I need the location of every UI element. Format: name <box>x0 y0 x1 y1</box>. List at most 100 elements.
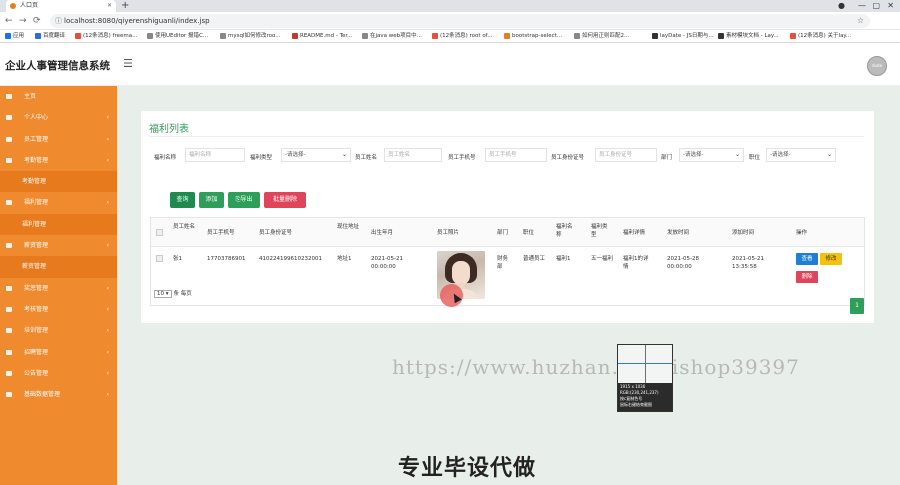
bookmark-item[interactable]: 素材模块文档 - Lay... <box>718 30 779 42</box>
welfare-name-input[interactable]: 福利名称 <box>185 148 245 162</box>
bookmark-item[interactable]: README.md - Ter... <box>292 30 352 42</box>
bookmark-item[interactable]: (12条消息) 关于lay... <box>790 30 851 42</box>
emp-name-input[interactable]: 员工姓名 <box>384 148 442 162</box>
cell-address: 地址1 <box>337 256 352 262</box>
sidebar-item[interactable]: 薪资管理 <box>0 256 117 278</box>
minimize-icon[interactable]: — <box>858 0 866 12</box>
welfare-name-label: 福利名称 <box>154 155 177 161</box>
cell-birth: 2021-05-21 00:00:00 <box>371 256 403 270</box>
url-input[interactable]: ⓘ localhost:8080/qiyerenshiguanli/index.… <box>50 14 870 28</box>
sidebar-item[interactable]: 考核管理 ‹ <box>0 299 117 320</box>
export-label: 导出 <box>240 196 253 203</box>
page-size-value: 10 <box>157 291 164 297</box>
menu-icon <box>6 306 12 312</box>
add-button[interactable]: 添加 <box>199 192 224 208</box>
sidebar-item-label: 考勤管理 <box>24 156 49 164</box>
color-picker-info: 1915 x 1036 RGB:(230,241,237) 按c复制色号 鼠标右… <box>618 383 672 411</box>
browser-tab-strip: 人口页 ✕ + ● — ▢ ✕ <box>0 0 900 12</box>
forward-icon[interactable]: → <box>19 14 27 28</box>
bookmark-item[interactable]: layDate - JS日期与... <box>652 30 714 42</box>
row-checkbox[interactable] <box>156 255 163 262</box>
bookmark-item[interactable]: bootstrap-select... <box>504 30 562 42</box>
th-welfare-type: 福利类型 <box>591 224 608 238</box>
bookmark-item[interactable]: 百度翻译 <box>35 30 65 42</box>
sidebar-item[interactable]: 招聘管理 ‹ <box>0 342 117 363</box>
sidebar-item[interactable]: 考勤管理 <box>0 171 117 193</box>
welfare-table: 员工姓名 员工手机号 员工身份证号 现住地址 出生年月 员工照片 部门 职位 福… <box>150 217 865 306</box>
bookmark-star-icon[interactable]: ☆ <box>857 14 864 28</box>
chevron-left-icon: ‹ <box>106 327 109 335</box>
delete-button[interactable]: 删除 <box>796 271 818 283</box>
sidebar-item[interactable]: 薪资管理 ‹ <box>0 235 117 256</box>
welfare-type-select[interactable]: -请选择- ⌄ <box>281 148 351 162</box>
sidebar-item[interactable]: 奖惩管理 ‹ <box>0 278 117 299</box>
position-value: -请选择- <box>770 152 791 158</box>
sidebar-item[interactable]: 公告管理 ‹ <box>0 363 117 384</box>
flag-icon <box>6 94 12 99</box>
cell-id-card: 410224199610232001 <box>259 256 322 262</box>
chevron-left-icon: ‹ <box>106 305 109 313</box>
new-tab-icon[interactable]: + <box>121 0 129 12</box>
profile-icon[interactable]: ● <box>838 0 845 12</box>
promo-banner: 专业毕设代做 <box>398 456 537 481</box>
avatar-text: dude <box>871 63 883 68</box>
sidebar-item-label: 福利管理 <box>22 220 47 228</box>
picker-hint-exit: 鼠标右键结束截图 <box>620 402 652 407</box>
cell-position: 普通员工 <box>523 256 546 262</box>
cell-dept: 财务部 <box>497 256 509 270</box>
chevron-left-icon: ‹ <box>106 199 109 207</box>
th-ops: 操作 <box>796 230 808 236</box>
emp-phone-label: 员工手机号 <box>448 155 476 161</box>
avatar[interactable]: dude <box>867 56 887 76</box>
sidebar-item[interactable]: 基础数据管理 ‹ <box>0 384 117 405</box>
sidebar-item[interactable]: 考勤管理 ‹ <box>0 150 117 171</box>
sidebar-item-label: 基础数据管理 <box>24 391 61 399</box>
th-address: 现住地址 <box>337 224 360 230</box>
maximize-icon[interactable]: ▢ <box>872 0 880 12</box>
position-select[interactable]: -请选择- ⌄ <box>766 148 836 162</box>
crosshair-vertical <box>645 345 646 383</box>
sidebar-item-label: 主页 <box>24 93 37 100</box>
bookmark-item[interactable]: mysql如何修改roo... <box>220 30 281 42</box>
table-row: 张1 17703786901 410224199610232001 地址1 20… <box>151 247 864 305</box>
edit-button[interactable]: 修改 <box>820 253 842 265</box>
view-button[interactable]: 查看 <box>796 253 818 265</box>
tab-close-icon[interactable]: ✕ <box>107 0 112 12</box>
query-button[interactable]: 查询 <box>170 192 195 208</box>
export-button[interactable]: ⎘导出 <box>228 192 260 208</box>
hamburger-icon[interactable]: ☰ <box>123 57 133 70</box>
select-all-checkbox[interactable] <box>156 229 163 236</box>
bookmark-item[interactable]: 使用UEditor 报错C... <box>147 30 208 42</box>
page-size-select[interactable]: 10 ▾ <box>154 290 172 298</box>
sidebar-item[interactable]: 福利管理 <box>0 213 117 236</box>
reload-icon[interactable]: ⟳ <box>33 14 41 28</box>
window-close-icon[interactable]: ✕ <box>887 0 894 12</box>
sidebar-item[interactable]: 培训管理 ‹ <box>0 320 117 341</box>
cell-add-time: 2021-05-21 13:35:58 <box>732 256 764 270</box>
welfare-type-value: -请选择- <box>285 152 306 158</box>
sidebar-item[interactable]: 员工管理 ‹ <box>0 129 117 150</box>
page-number-button[interactable]: 1 <box>850 298 864 314</box>
bookmark-item[interactable]: (12条消息) freema... <box>75 30 137 42</box>
batch-delete-button[interactable]: 批量删除 <box>264 192 306 208</box>
sidebar-item-label: 公告管理 <box>24 369 49 377</box>
sidebar-item[interactable]: 主页 <box>0 86 117 107</box>
bookmark-item[interactable]: 如何用正则匹配2... <box>574 30 629 42</box>
chevron-left-icon: ‹ <box>106 369 109 377</box>
position-label: 职位 <box>749 155 761 161</box>
back-icon[interactable]: ← <box>5 14 13 28</box>
th-photo: 员工照片 <box>437 230 460 236</box>
chevron-down-icon: ⌄ <box>734 151 740 158</box>
bookmark-item[interactable]: 在java web项目中... <box>362 30 422 42</box>
sidebar-item-label: 员工管理 <box>24 135 49 143</box>
th-id-card: 员工身份证号 <box>259 230 293 236</box>
dept-select[interactable]: -请选择- ⌄ <box>679 148 744 162</box>
cell-issue-time: 2021-05-28 00:00:00 <box>667 256 699 270</box>
bookmark-item[interactable]: 应用 <box>5 30 24 42</box>
emp-id-input[interactable]: 员工身份证号 <box>595 148 657 162</box>
sidebar-item[interactable]: 福利管理 ‹ <box>0 192 117 213</box>
bookmark-item[interactable]: (12条消息) root of... <box>432 30 492 42</box>
sidebar-item[interactable]: 个人中心 ‹ <box>0 107 117 128</box>
browser-tab[interactable]: 人口页 ✕ <box>6 0 116 12</box>
emp-phone-input[interactable]: 员工手机号 <box>485 148 547 162</box>
